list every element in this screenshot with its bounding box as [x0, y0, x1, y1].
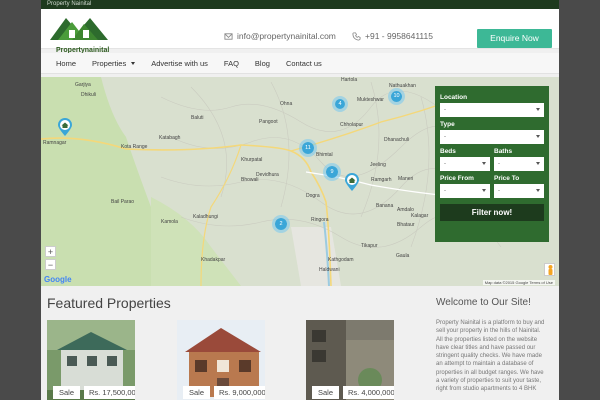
header: Propertynainital Buy or Sell Property in…: [41, 9, 559, 60]
map-cluster-marker[interactable]: 9: [323, 163, 341, 181]
nav-item-blog[interactable]: Blog: [247, 59, 278, 68]
nav-item-advertise[interactable]: Advertise with us: [143, 59, 216, 68]
email-text: info@propertynainital.com: [237, 31, 336, 41]
chevron-down-icon: [536, 189, 540, 192]
type-select[interactable]: -: [440, 130, 544, 144]
street-view-icon[interactable]: [544, 263, 555, 276]
house-marker-icon[interactable]: [344, 172, 360, 192]
map-cluster-marker[interactable]: 4: [332, 96, 348, 112]
phone-icon: [352, 31, 361, 41]
nav-item-properties[interactable]: Properties: [84, 59, 143, 68]
page: Property Nainital Propertynainital Buy o…: [41, 0, 559, 400]
enquire-now-button[interactable]: Enquire Now: [477, 29, 552, 48]
status-badge: Sale: [312, 386, 340, 399]
chevron-down-icon: [482, 162, 486, 165]
price-to-label: Price To: [494, 175, 520, 182]
type-label: Type: [440, 121, 455, 128]
chevron-down-icon: [536, 135, 540, 138]
header-phone[interactable]: +91 - 9958641115: [352, 31, 433, 41]
price-to-select[interactable]: -: [494, 184, 544, 198]
price-badge: Rs. 9,000,000: [214, 386, 265, 399]
main-nav: Home Properties Advertise with us FAQ Bl…: [41, 53, 559, 74]
map-cluster-marker[interactable]: 10: [388, 88, 405, 105]
search-filter-panel: Location - Type - Beds - Baths - Price F…: [435, 86, 549, 242]
top-bar: Property Nainital: [41, 0, 559, 9]
logo[interactable]: Propertynainital Buy or Sell Property in…: [48, 12, 110, 60]
status-badge: Sale: [53, 386, 81, 399]
featured-properties-heading: Featured Properties: [47, 295, 171, 311]
chevron-down-icon: [131, 61, 136, 65]
price-badge: Rs. 4,000,000: [343, 386, 394, 399]
location-label: Location: [440, 94, 468, 101]
beds-label: Beds: [440, 148, 456, 155]
filter-now-button[interactable]: Filter now!: [440, 204, 544, 221]
map-cluster-marker[interactable]: 2: [272, 215, 290, 233]
baths-label: Baths: [494, 148, 513, 155]
header-email[interactable]: info@propertynainital.com: [224, 31, 336, 41]
google-logo: Google: [44, 275, 72, 284]
welcome-heading: Welcome to Our Site!: [436, 297, 531, 308]
zoom-out-button[interactable]: −: [45, 259, 56, 270]
price-badge: Rs. 17,500,000: [84, 386, 135, 399]
zoom-in-button[interactable]: +: [45, 246, 56, 257]
property-card[interactable]: Sale Rs. 17,500,000: [47, 320, 135, 400]
map-attribution[interactable]: Map data ©2015 Google Terms of Use: [482, 280, 555, 285]
property-card[interactable]: Sale Rs. 9,000,000: [177, 320, 265, 400]
chevron-down-icon: [482, 189, 486, 192]
site-title: Property Nainital: [47, 1, 92, 7]
beds-select[interactable]: -: [440, 157, 490, 171]
map-cluster-marker[interactable]: 11: [299, 139, 317, 157]
welcome-text: Property Nainital is a platform to buy a…: [436, 320, 545, 393]
phone-text: +91 - 9958641115: [365, 31, 433, 41]
price-from-label: Price From: [440, 175, 474, 182]
status-badge: Sale: [183, 386, 211, 399]
mail-icon: [224, 32, 233, 40]
property-card[interactable]: Sale Rs. 4,000,000: [306, 320, 394, 400]
baths-select[interactable]: -: [494, 157, 544, 171]
price-from-select[interactable]: -: [440, 184, 490, 198]
chevron-down-icon: [536, 162, 540, 165]
nav-item-faq[interactable]: FAQ: [216, 59, 247, 68]
location-select[interactable]: -: [440, 103, 544, 117]
nav-item-home[interactable]: Home: [41, 59, 84, 68]
nav-item-contact[interactable]: Contact us: [278, 59, 330, 68]
chevron-down-icon: [536, 108, 540, 111]
house-marker-icon[interactable]: [57, 117, 73, 137]
